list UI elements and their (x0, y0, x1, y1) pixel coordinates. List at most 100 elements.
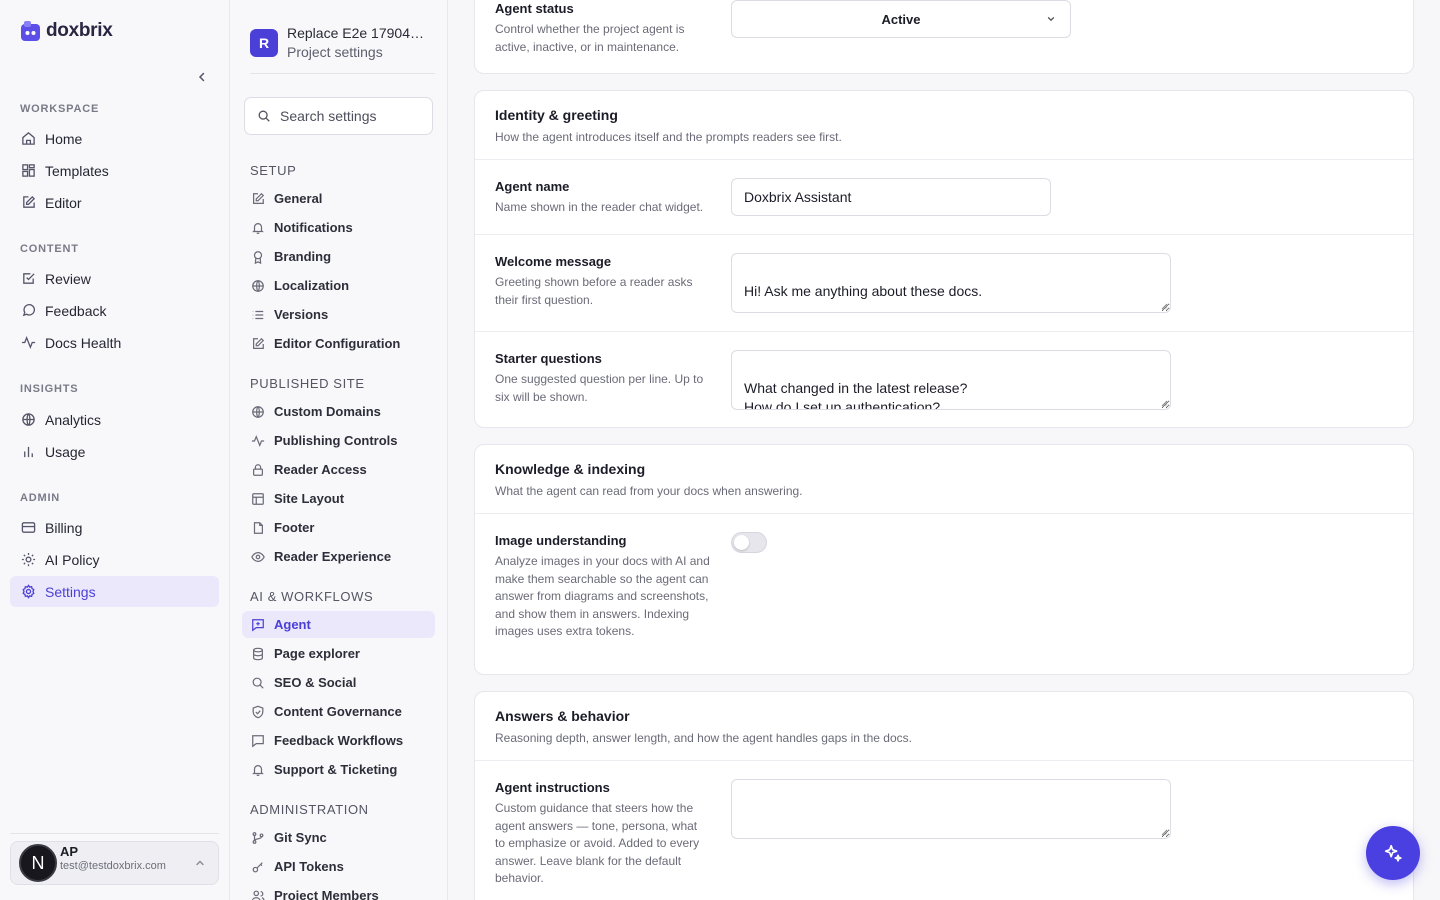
brand-name: doxbrix (46, 20, 113, 41)
chevron-left-icon (196, 71, 208, 83)
panel-item-reader-experience[interactable]: Reader Experience (242, 543, 435, 570)
panel-item-editor-configuration[interactable]: Editor Configuration (242, 330, 435, 357)
gear-icon (20, 584, 36, 600)
nav-item-analytics[interactable]: Analytics (10, 404, 219, 435)
section-label-ai-workflows: AI & WORKFLOWS (250, 589, 374, 604)
panel-item-general[interactable]: General (242, 185, 435, 212)
panel-item-label: Publishing Controls (274, 433, 398, 448)
panel-item-versions[interactable]: Versions (242, 301, 435, 328)
activity-icon (250, 433, 265, 448)
nav-item-review[interactable]: Review (10, 263, 219, 294)
panel-item-custom-domains[interactable]: Custom Domains (242, 398, 435, 425)
panel-item-localization[interactable]: Localization (242, 272, 435, 299)
nav-item-label: Feedback (45, 302, 107, 319)
nav-item-label: Settings (45, 583, 96, 600)
panel-item-project-members[interactable]: Project Members (242, 882, 435, 900)
nav-item-feedback[interactable]: Feedback (10, 295, 219, 326)
nav-item-billing[interactable]: Billing (10, 512, 219, 543)
panel-item-label: Content Governance (274, 704, 402, 719)
project-badge: R (250, 29, 278, 57)
collapse-sidebar-button[interactable] (192, 67, 212, 87)
panel-item-footer[interactable]: Footer (242, 514, 435, 541)
panel-item-content-governance[interactable]: Content Governance (242, 698, 435, 725)
agent-status-row: Agent status Control whether the project… (475, 0, 1413, 73)
nav-item-label: AI Policy (45, 551, 100, 568)
search-icon (250, 675, 265, 690)
panel-item-agent[interactable]: Agent (242, 611, 435, 638)
panel-item-label: Reader Experience (274, 549, 392, 564)
welcome-message-textarea[interactable]: Hi! Ask me anything about these docs. (731, 253, 1171, 313)
ai-assistant-button[interactable] (1366, 826, 1420, 880)
nav-item-home[interactable]: Home (10, 123, 219, 154)
panel-item-notifications[interactable]: Notifications (242, 214, 435, 241)
welcome-message-title: Welcome message (495, 254, 612, 269)
search-input[interactable] (280, 108, 420, 124)
panel-item-label: Branding (274, 249, 332, 264)
agent-name-input[interactable]: Doxbrix Assistant (731, 178, 1051, 216)
nav-item-label: Editor (45, 194, 82, 211)
panel-item-seo-social[interactable]: SEO & Social (242, 669, 435, 696)
panel-item-api-tokens[interactable]: API Tokens (242, 853, 435, 880)
avatar: N (19, 844, 57, 882)
nav-item-settings[interactable]: Settings (10, 576, 219, 607)
agent-status-card: Agent status Control whether the project… (474, 0, 1414, 74)
panel-item-reader-access[interactable]: Reader Access (242, 456, 435, 483)
nav-item-editor[interactable]: Editor (10, 187, 219, 218)
layout-icon (250, 491, 265, 506)
nav-item-ai-policy[interactable]: AI Policy (10, 544, 219, 575)
users-icon (250, 888, 265, 900)
credit-card-icon (20, 520, 36, 536)
project-switcher[interactable]: R Replace E2e 1790445... Project setting… (250, 24, 430, 62)
nav-item-label: Usage (45, 443, 86, 460)
globe-icon (20, 412, 36, 428)
identity-header: Identity & greeting How the agent introd… (475, 91, 1413, 160)
welcome-message-row: Welcome message Greeting shown before a … (475, 235, 1413, 332)
activity-icon (20, 335, 36, 351)
edit-icon (250, 336, 265, 351)
nav-item-docs-health[interactable]: Docs Health (10, 327, 219, 358)
agent-name-title: Agent name (495, 179, 570, 194)
eye-icon (250, 549, 265, 564)
agent-instructions-title: Agent instructions (495, 780, 610, 795)
panel-item-git-sync[interactable]: Git Sync (242, 824, 435, 851)
section-label-workspace: WORKSPACE (20, 103, 100, 115)
panel-item-label: Notifications (274, 220, 353, 235)
project-title: Replace E2e 1790445... (287, 25, 427, 41)
file-icon (250, 520, 265, 535)
agent-status-select[interactable]: Active (731, 0, 1071, 38)
brand-logo[interactable]: doxbrix (20, 20, 113, 42)
user-menu[interactable]: N AP test@testdoxbrix.com (10, 841, 219, 885)
home-icon (20, 131, 36, 147)
user-initials: AP (60, 844, 79, 859)
panel-item-support-ticketing[interactable]: Support & Ticketing (242, 756, 435, 783)
panel-item-label: Reader Access (274, 462, 367, 477)
key-icon (250, 859, 265, 874)
database-icon (250, 646, 265, 661)
image-understanding-title: Image understanding (495, 533, 627, 548)
row-label: Image understanding Analyze images in yo… (495, 533, 710, 641)
agent-instructions-textarea[interactable] (731, 779, 1171, 839)
panel-item-site-layout[interactable]: Site Layout (242, 485, 435, 512)
nav-item-templates[interactable]: Templates (10, 155, 219, 186)
panel-item-page-explorer[interactable]: Page explorer (242, 640, 435, 667)
divider (10, 833, 219, 834)
chevron-up-icon (194, 857, 206, 869)
panel-item-publishing-controls[interactable]: Publishing Controls (242, 427, 435, 454)
section-label-published-site: PUBLISHED SITE (250, 376, 365, 391)
panel-item-branding[interactable]: Branding (242, 243, 435, 270)
panel-item-label: SEO & Social (274, 675, 357, 690)
starter-questions-desc: One suggested question per line. Up to s… (495, 372, 704, 404)
image-understanding-toggle[interactable] (731, 532, 767, 553)
panel-item-feedback-workflows[interactable]: Feedback Workflows (242, 727, 435, 754)
nav-item-usage[interactable]: Usage (10, 436, 219, 467)
panel-item-label: Feedback Workflows (274, 733, 404, 748)
image-understanding-row: Image understanding Analyze images in yo… (475, 514, 1413, 674)
main-content: Agent status Control whether the project… (448, 0, 1440, 900)
panel-item-label: Support & Ticketing (274, 762, 398, 777)
row-label: Agent instructions Custom guidance that … (495, 780, 710, 888)
nav-item-label: Docs Health (45, 334, 122, 351)
panel-item-label: Agent (274, 617, 311, 632)
chevron-down-icon (1046, 14, 1056, 24)
panel-item-label: Localization (274, 278, 350, 293)
starter-questions-textarea[interactable]: What changed in the latest release? How … (731, 350, 1171, 410)
